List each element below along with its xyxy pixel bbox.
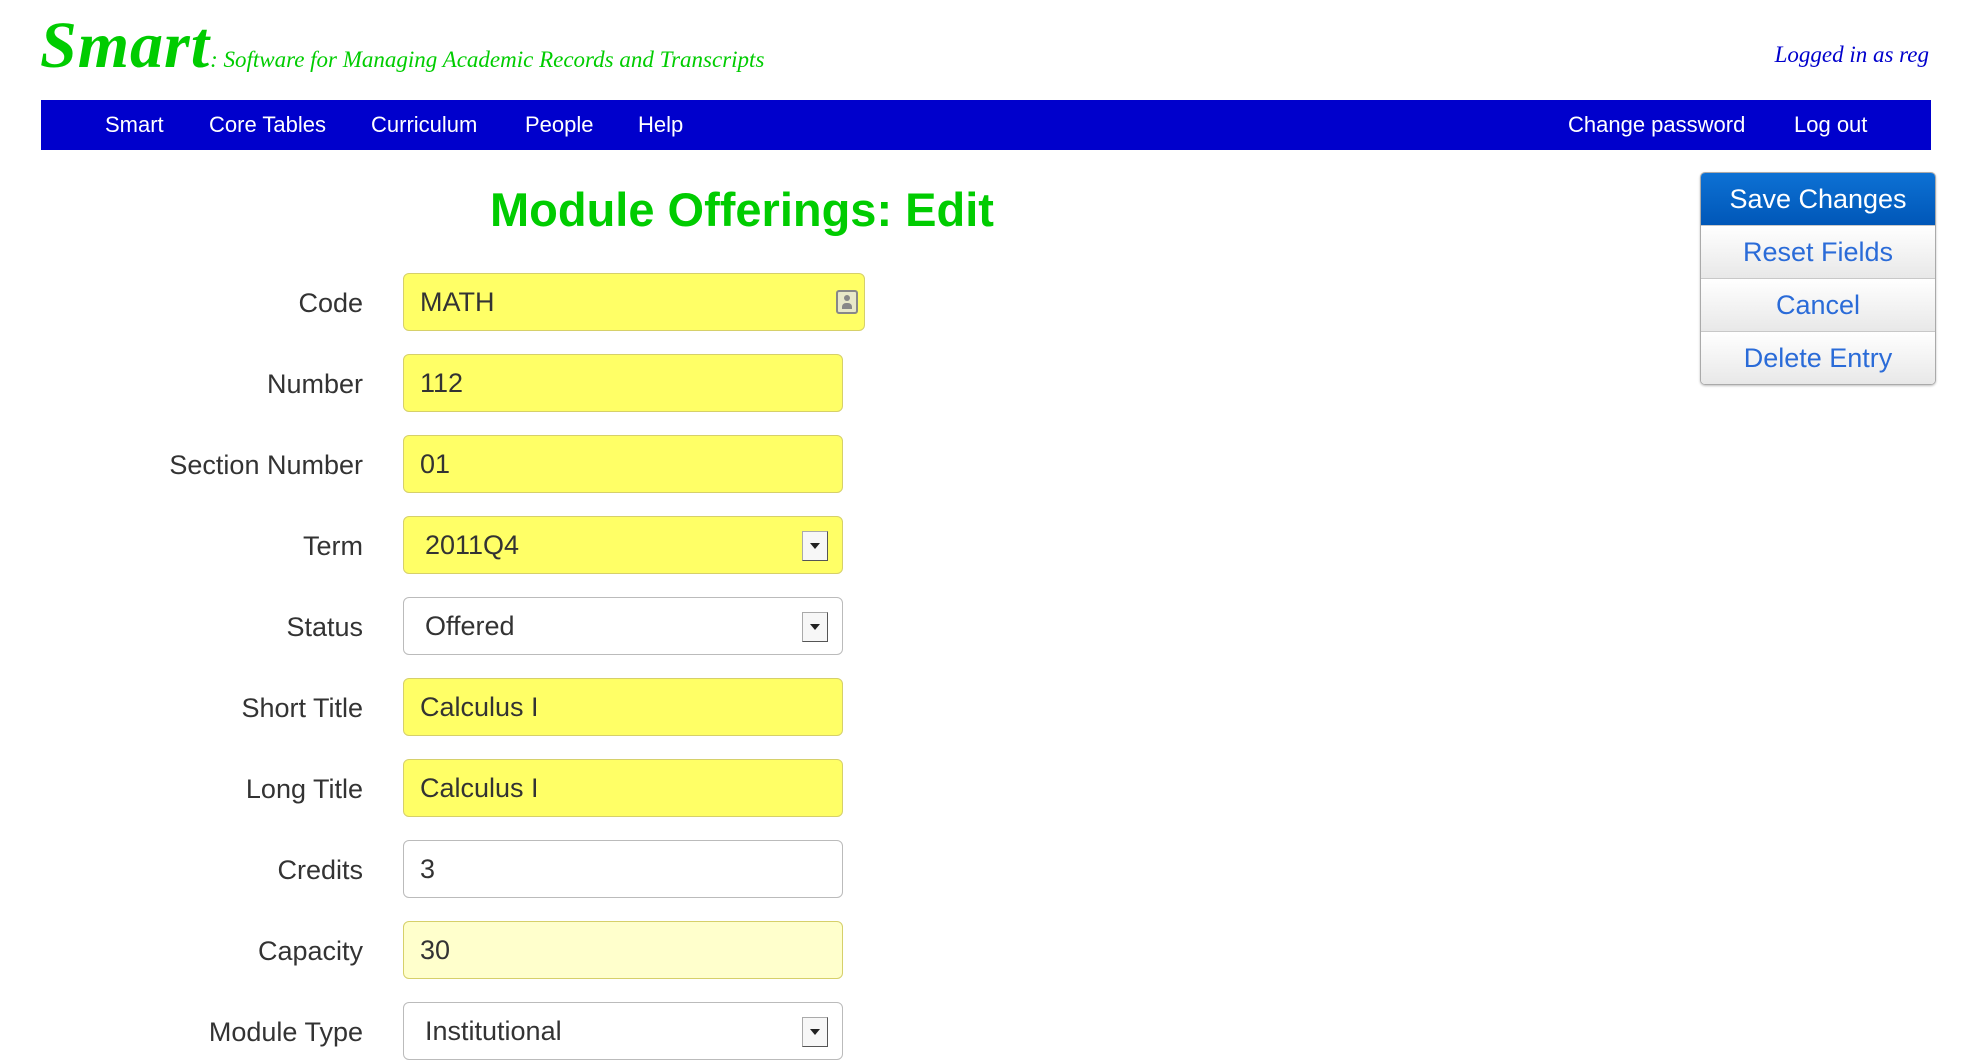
reset-fields-button[interactable]: Reset Fields [1701,225,1935,278]
code-field[interactable]: MATH [403,273,865,331]
module-type-label: Module Type [208,1017,363,1047]
nav-smart[interactable]: Smart [105,100,164,150]
nav-core-tables[interactable]: Core Tables [209,100,326,150]
code-value: MATH [420,287,495,317]
nav-help[interactable]: Help [638,100,683,150]
app-tagline: : Software for Managing Academic Records… [210,47,765,72]
nav-curriculum[interactable]: Curriculum [371,100,477,150]
dropdown-arrow-icon[interactable] [802,612,828,642]
number-label: Number [266,369,363,399]
short-title-field[interactable]: Calculus I [403,678,843,736]
term-value: 2011Q4 [425,530,520,560]
long-title-label: Long Title [245,774,363,804]
capacity-field[interactable]: 30 [403,921,843,979]
contact-card-icon[interactable] [836,290,858,314]
term-select[interactable]: 2011Q4 [403,516,843,574]
long-title-field[interactable]: Calculus I [403,759,843,817]
dropdown-arrow-icon[interactable] [802,1017,828,1047]
credits-field[interactable]: 3 [403,840,843,898]
action-button-group: Save Changes Reset Fields Cancel Delete … [1700,172,1936,385]
nav-people[interactable]: People [525,100,594,150]
status-select[interactable]: Offered [403,597,843,655]
logged-in-status: Logged in as reg [1774,42,1929,67]
dropdown-arrow-icon[interactable] [802,531,828,561]
credits-label: Credits [277,855,363,885]
module-type-value: Institutional [425,1016,562,1046]
nav-log-out[interactable]: Log out [1794,100,1867,150]
term-label: Term [303,531,363,561]
app-brand: Smart: Software for Managing Academic Re… [40,8,764,84]
delete-entry-button[interactable]: Delete Entry [1701,331,1935,384]
main-navbar: Smart Core Tables Curriculum People Help… [41,100,1931,150]
status-label: Status [286,612,363,642]
nav-change-password[interactable]: Change password [1568,100,1745,150]
page-title: Module Offerings: Edit [490,183,994,236]
section-number-label: Section Number [169,450,363,480]
cancel-button[interactable]: Cancel [1701,278,1935,331]
status-value: Offered [425,611,515,641]
module-type-select[interactable]: Institutional [403,1002,843,1060]
app-logo: Smart [40,9,211,82]
capacity-label: Capacity [257,936,363,966]
save-changes-button[interactable]: Save Changes [1701,173,1935,225]
short-title-label: Short Title [241,693,363,723]
number-field[interactable]: 112 [403,354,843,412]
section-number-field[interactable]: 01 [403,435,843,493]
code-label: Code [298,288,363,318]
